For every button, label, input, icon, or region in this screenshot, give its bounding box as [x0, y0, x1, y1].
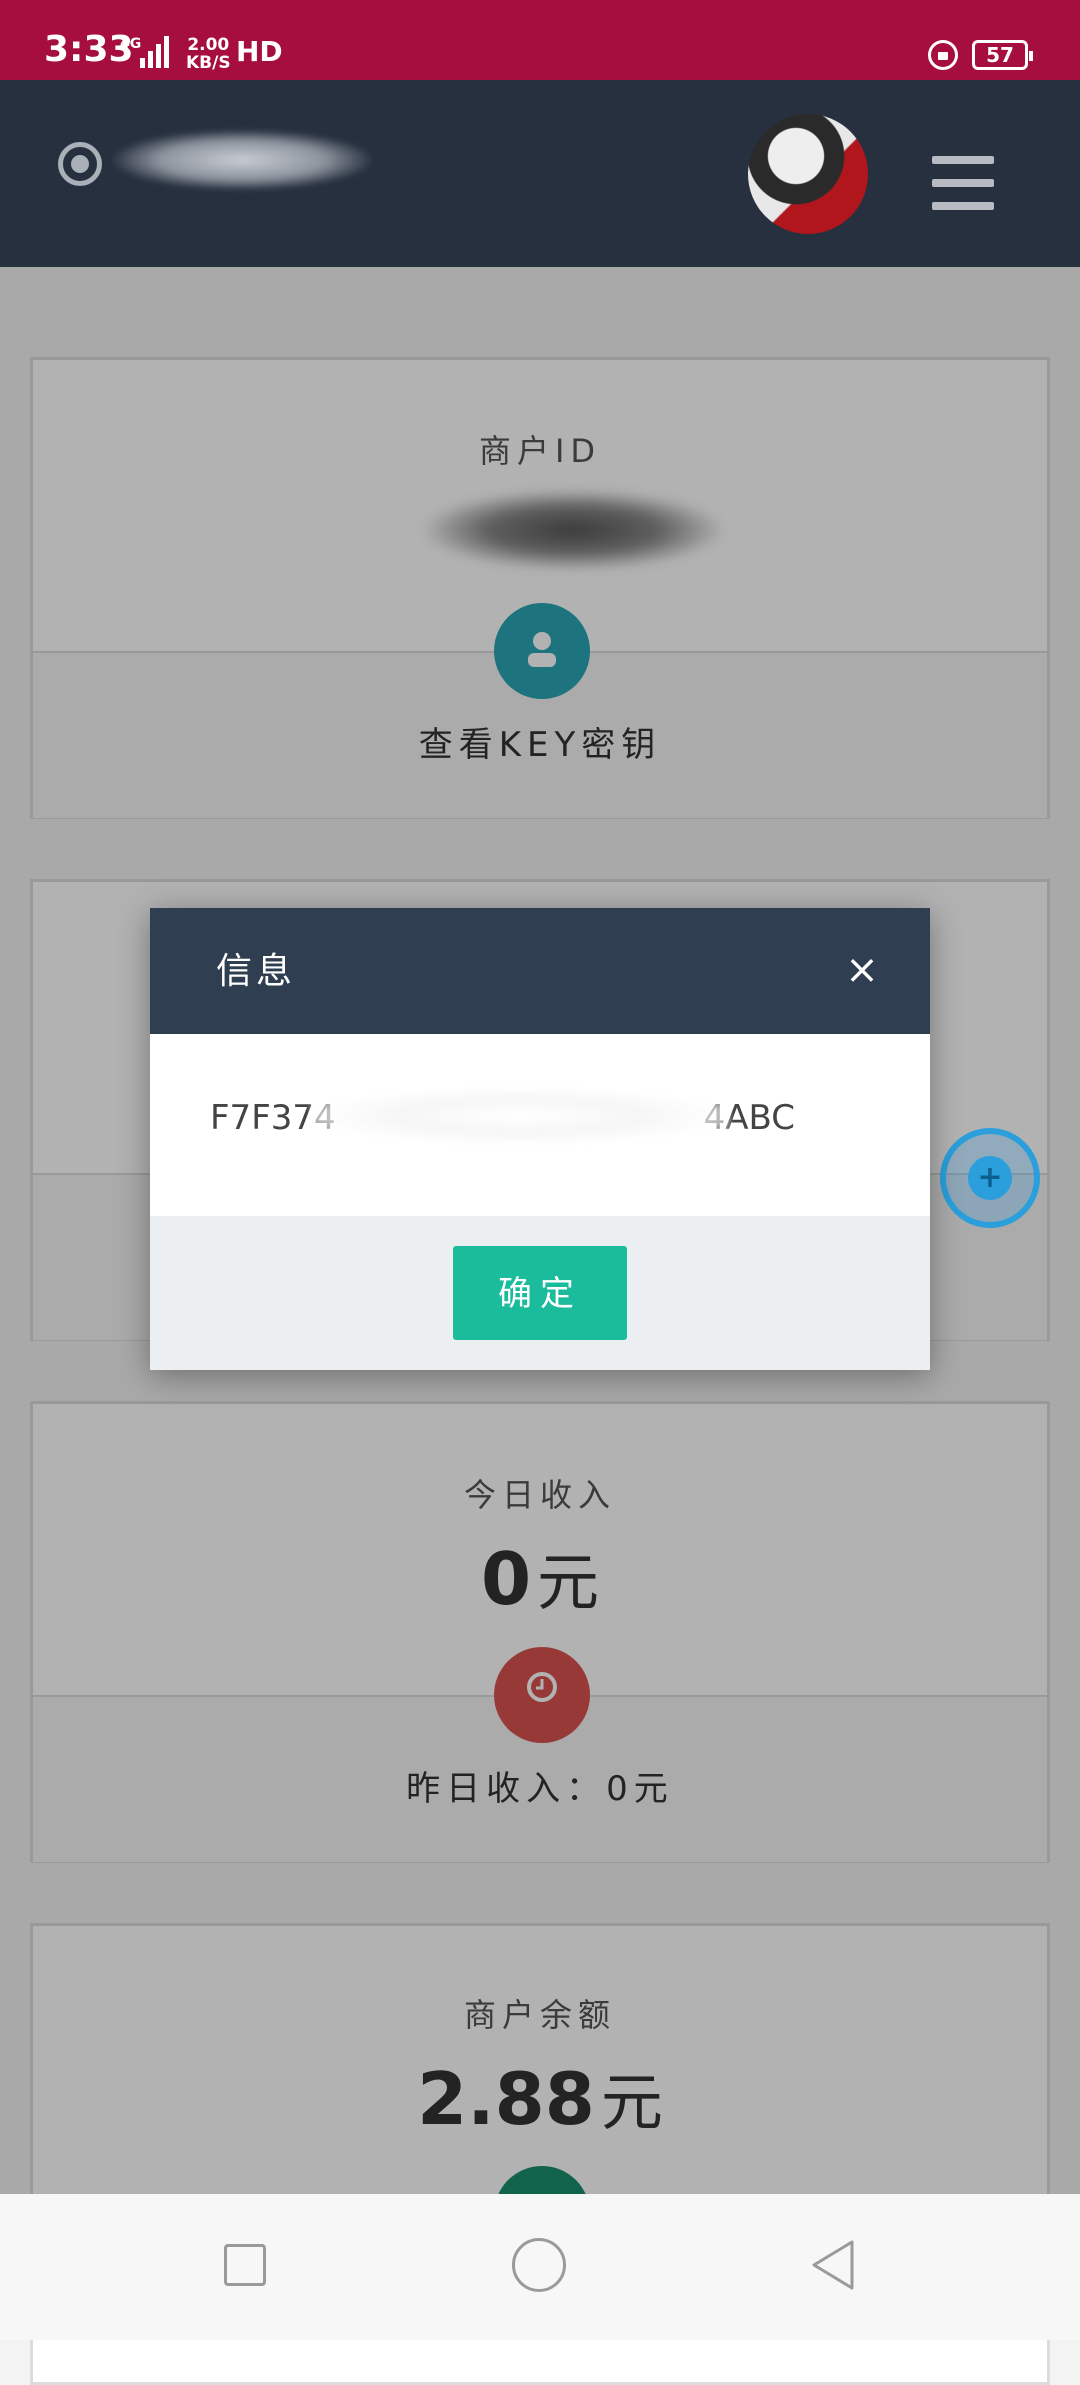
network-speed-unit: KB/S: [186, 53, 231, 73]
close-icon[interactable]: ×: [840, 948, 884, 992]
network-type: 4G: [120, 36, 142, 52]
system-nav-bar: [0, 2194, 1080, 2340]
info-dialog: 信息 × F7F374 4ABC 确定: [150, 908, 930, 1370]
floating-action-button[interactable]: +: [940, 1128, 1040, 1228]
rotation-lock-icon: [928, 40, 958, 70]
status-bar: 3:33 4G 2.00 KB/S HD 57: [0, 0, 1080, 80]
back-button[interactable]: [808, 2238, 858, 2292]
confirm-button[interactable]: 确定: [453, 1246, 627, 1340]
dialog-header: 信息 ×: [150, 908, 930, 1034]
hd-icon: HD: [236, 35, 283, 68]
logo-blurred: [112, 130, 372, 190]
avatar[interactable]: [748, 114, 868, 234]
hamburger-menu-icon[interactable]: [932, 156, 994, 210]
battery-icon: 57: [972, 40, 1033, 70]
network-speed-value: 2.00: [187, 35, 230, 55]
home-button[interactable]: [512, 2238, 566, 2292]
dialog-footer: 确定: [150, 1216, 930, 1370]
network-speed: 2.00 KB/S: [186, 36, 231, 72]
signal-icon: [140, 34, 170, 68]
api-key-redaction: [310, 1086, 730, 1146]
dialog-title: 信息: [216, 951, 297, 992]
app-header: [0, 80, 1080, 267]
target-ring-icon[interactable]: [58, 142, 102, 186]
recent-apps-button[interactable]: [224, 2244, 266, 2286]
plus-icon: +: [977, 1160, 1003, 1195]
dialog-body: F7F374 4ABC: [150, 1034, 930, 1216]
